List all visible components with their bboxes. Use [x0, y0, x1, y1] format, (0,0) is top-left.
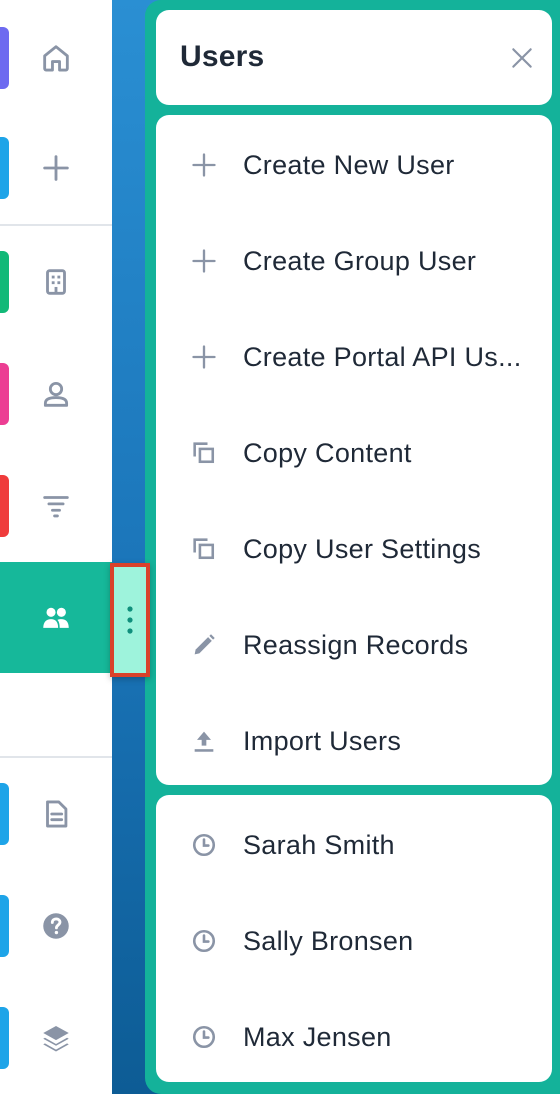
users-flyout-panel: Users Create New User Create Group User …: [145, 0, 560, 1094]
recent-item-label: Max Jensen: [243, 1021, 392, 1052]
recent-item-label: Sarah Smith: [243, 829, 395, 860]
plus-icon: [187, 244, 221, 278]
panel-header: Users: [156, 10, 552, 105]
nav-accent: [0, 783, 9, 845]
more-options-handle[interactable]: [110, 563, 150, 677]
nav-item-users[interactable]: [0, 562, 112, 673]
filter-icon: [43, 495, 69, 517]
close-button[interactable]: [502, 38, 542, 78]
nav-item-leads[interactable]: [0, 450, 112, 561]
home-icon: [43, 44, 69, 71]
nav-accent: [0, 137, 9, 199]
recent-item-sally-bronsen[interactable]: Sally Bronsen: [156, 893, 552, 989]
menu-item-copy-content[interactable]: Copy Content: [156, 405, 552, 501]
recent-item-sarah-smith[interactable]: Sarah Smith: [156, 797, 552, 893]
menu-item-label: Create New User: [243, 149, 455, 180]
plus-icon: [43, 154, 69, 181]
menu-item-copy-user-settings[interactable]: Copy User Settings: [156, 501, 552, 597]
menu-item-label: Import Users: [243, 725, 402, 756]
nav-item-create[interactable]: [0, 112, 112, 223]
nav-item-layers[interactable]: [0, 982, 112, 1093]
copy-icon: [187, 532, 221, 566]
copy-icon: [187, 436, 221, 470]
nav-item-help[interactable]: [0, 870, 112, 981]
users-icon: [43, 607, 69, 628]
nav-accent: [0, 27, 9, 89]
panel-title: Users: [180, 40, 265, 73]
clock-icon: [187, 1020, 221, 1054]
recent-item-max-jensen[interactable]: Max Jensen: [156, 989, 552, 1085]
nav-item-accounts[interactable]: [0, 226, 112, 337]
recent-users-list: Sarah Smith Sally Bronsen Max Jensen: [156, 795, 552, 1082]
menu-item-create-new-user[interactable]: Create New User: [156, 117, 552, 213]
nav-item-home[interactable]: [0, 2, 112, 113]
nav-item-contacts[interactable]: [0, 338, 112, 449]
menu-item-import-users[interactable]: Import Users: [156, 693, 552, 789]
actions-menu: Create New User Create Group User Create…: [156, 115, 552, 785]
plus-icon: [187, 340, 221, 374]
nav-item-documents[interactable]: [0, 758, 112, 869]
menu-item-label: Create Portal API Us...: [243, 341, 522, 372]
clock-icon: [187, 924, 221, 958]
building-icon: [46, 268, 66, 295]
menu-item-label: Copy User Settings: [243, 533, 481, 564]
clock-icon: [187, 828, 221, 862]
help-icon: [43, 912, 69, 939]
pencil-icon: [187, 628, 221, 662]
nav-accent: [0, 1007, 9, 1069]
nav-accent: [0, 895, 9, 957]
recent-item-label: Sally Bronsen: [243, 925, 414, 956]
menu-item-create-group-user[interactable]: Create Group User: [156, 213, 552, 309]
kebab-icon: [127, 606, 133, 634]
menu-item-reassign-records[interactable]: Reassign Records: [156, 597, 552, 693]
person-icon: [43, 381, 69, 407]
menu-item-create-portal-api-user[interactable]: Create Portal API Us...: [156, 309, 552, 405]
nav-accent: [0, 251, 9, 313]
document-icon: [46, 800, 68, 827]
menu-item-label: Reassign Records: [243, 629, 469, 660]
nav-rail: [0, 0, 112, 1094]
nav-accent: [0, 475, 9, 537]
plus-icon: [187, 148, 221, 182]
layers-icon: [43, 1025, 69, 1051]
nav-accent: [0, 363, 9, 425]
upload-icon: [187, 724, 221, 758]
close-icon: [512, 48, 532, 68]
menu-item-label: Create Group User: [243, 245, 477, 276]
menu-item-label: Copy Content: [243, 437, 412, 468]
